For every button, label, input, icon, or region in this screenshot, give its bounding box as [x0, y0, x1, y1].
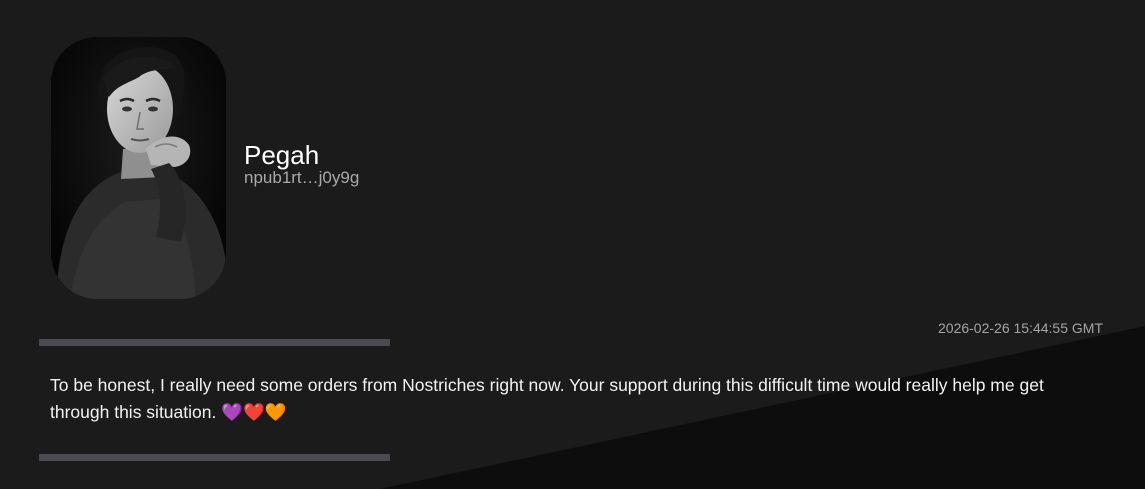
note-content: To be honest, I really need some orders …	[50, 375, 1044, 422]
note-timestamp: 2026-02-26 15:44:55 GMT	[938, 320, 1103, 336]
author-avatar[interactable]	[51, 37, 226, 299]
bottom-divider	[39, 454, 390, 461]
author-info: Pegah npub1rt…j0y9g	[244, 140, 359, 188]
author-npub[interactable]: npub1rt…j0y9g	[244, 168, 359, 188]
top-divider	[39, 339, 390, 346]
note-card: Pegah npub1rt…j0y9g 2026-02-26 15:44:55 …	[0, 0, 1145, 489]
author-name[interactable]: Pegah	[244, 140, 359, 170]
portrait-photo-icon	[51, 37, 226, 299]
